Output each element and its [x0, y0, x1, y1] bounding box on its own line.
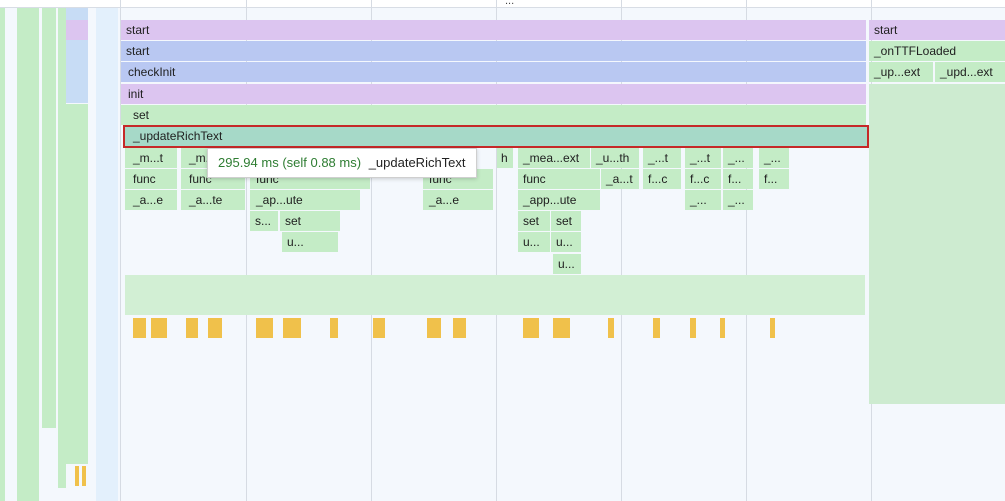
- frame[interactable]: func: [125, 169, 177, 189]
- frame[interactable]: _a...e: [125, 190, 177, 210]
- frame[interactable]: _m...t: [125, 148, 177, 168]
- frame[interactable]: u...: [282, 232, 338, 252]
- flame-bar[interactable]: [125, 275, 865, 315]
- frame[interactable]: _...t: [685, 148, 721, 168]
- tooltip-function-name: _updateRichText: [368, 155, 466, 170]
- frame-checkinit[interactable]: checkInit: [121, 62, 866, 82]
- flame-bar[interactable]: [66, 104, 88, 464]
- flame-bar[interactable]: [42, 8, 56, 428]
- frame[interactable]: set: [518, 211, 550, 231]
- frame[interactable]: f...: [759, 169, 789, 189]
- flame-bar[interactable]: [453, 318, 466, 338]
- flame-bar[interactable]: [653, 318, 660, 338]
- flame-bar[interactable]: [770, 318, 775, 338]
- more-ellipsis[interactable]: ...: [505, 0, 514, 7]
- flame-bar[interactable]: [96, 8, 118, 501]
- frame[interactable]: _a...e: [423, 190, 493, 210]
- flame-chart[interactable]: ... start start checkInit init set _upda…: [0, 0, 1005, 501]
- flame-bar[interactable]: [75, 466, 79, 486]
- frame[interactable]: _...: [723, 148, 753, 168]
- frame-init[interactable]: init: [121, 84, 866, 104]
- frame[interactable]: _...: [723, 190, 753, 210]
- frame[interactable]: f...c: [685, 169, 721, 189]
- frame[interactable]: _u...th: [591, 148, 639, 168]
- frame[interactable]: func: [518, 169, 600, 189]
- frame[interactable]: u...: [518, 232, 550, 252]
- flame-bar[interactable]: [283, 318, 301, 338]
- frame-onttfloaded[interactable]: _onTTFLoaded: [869, 41, 1005, 61]
- frame[interactable]: _a...te: [181, 190, 245, 210]
- flame-bar[interactable]: [208, 318, 222, 338]
- tooltip: 295.94 ms (self 0.88 ms) _updateRichText: [207, 148, 477, 178]
- flame-bar[interactable]: [608, 318, 614, 338]
- flame-bar[interactable]: [553, 318, 570, 338]
- frame[interactable]: u...: [551, 232, 581, 252]
- selection-highlight: [123, 125, 869, 148]
- flame-bar[interactable]: [58, 8, 66, 488]
- flame-bar[interactable]: [17, 8, 39, 501]
- flame-bar[interactable]: [256, 318, 273, 338]
- flame-bar[interactable]: [523, 318, 539, 338]
- tooltip-duration: 295.94 ms (self 0.88 ms): [218, 155, 362, 170]
- frame[interactable]: _a...t: [601, 169, 639, 189]
- frame-updext[interactable]: _upd...ext: [935, 62, 1005, 82]
- frame-start-right[interactable]: start: [869, 20, 1005, 40]
- frame-start[interactable]: start: [121, 20, 866, 40]
- frame[interactable]: set: [280, 211, 340, 231]
- timeline-header: ...: [0, 0, 1005, 8]
- frame-start-2[interactable]: start: [121, 41, 866, 61]
- frame[interactable]: u...: [553, 254, 581, 274]
- frame[interactable]: set: [551, 211, 581, 231]
- frame-upext[interactable]: _up...ext: [869, 62, 933, 82]
- frame[interactable]: _mea...ext: [518, 148, 590, 168]
- frame[interactable]: _app...ute: [518, 190, 600, 210]
- flame-bar[interactable]: [82, 466, 86, 486]
- frame[interactable]: s...: [250, 211, 278, 231]
- flame-bar[interactable]: [151, 318, 167, 338]
- flame-bar[interactable]: [66, 20, 88, 40]
- frame[interactable]: f...c: [643, 169, 681, 189]
- frame[interactable]: f...: [723, 169, 753, 189]
- flame-bar[interactable]: [720, 318, 725, 338]
- flame-bar[interactable]: [373, 318, 385, 338]
- frame[interactable]: _ap...ute: [250, 190, 360, 210]
- flame-bar[interactable]: [0, 8, 5, 501]
- frame-set[interactable]: set: [121, 105, 866, 125]
- frame[interactable]: _...t: [643, 148, 681, 168]
- flame-bar[interactable]: [427, 318, 441, 338]
- frame[interactable]: h: [497, 148, 513, 168]
- flame-bar[interactable]: [186, 318, 198, 338]
- flame-bar[interactable]: [869, 84, 1005, 404]
- flame-bar[interactable]: [330, 318, 338, 338]
- flame-bar[interactable]: [690, 318, 696, 338]
- frame[interactable]: _...: [759, 148, 789, 168]
- flame-bar[interactable]: [133, 318, 146, 338]
- frame[interactable]: _...: [685, 190, 721, 210]
